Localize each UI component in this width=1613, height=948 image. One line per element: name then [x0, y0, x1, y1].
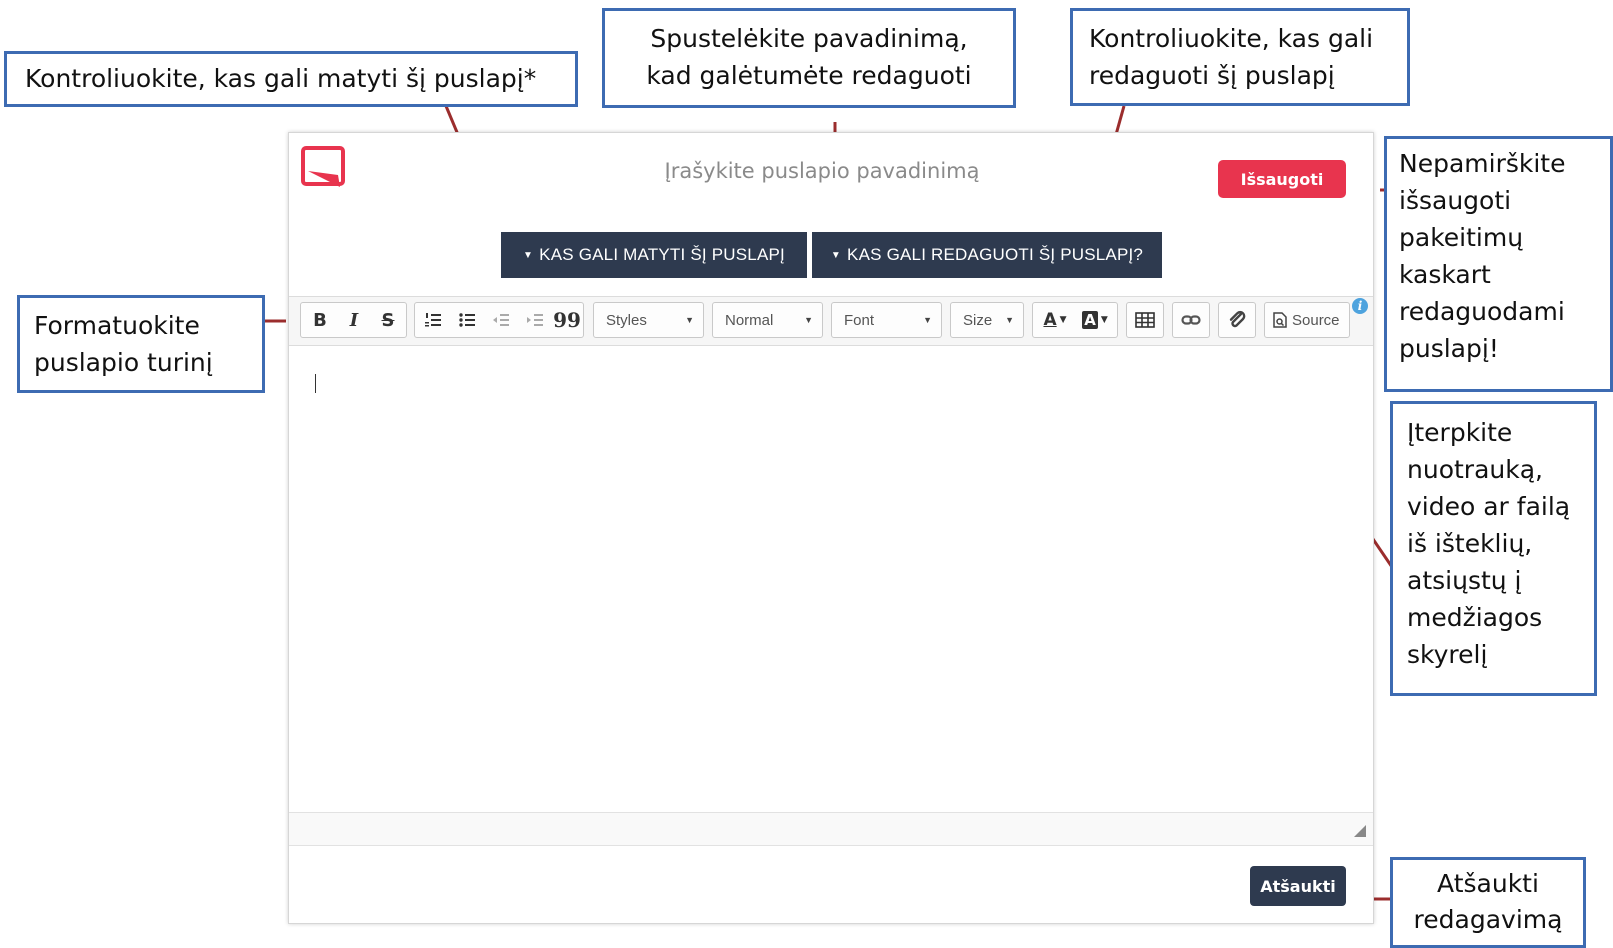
cancel-button[interactable]: Atšaukti — [1250, 866, 1346, 906]
save-button[interactable]: Išsaugoti — [1218, 160, 1346, 198]
background-color-icon[interactable]: A ▼ — [1076, 304, 1114, 336]
chevron-down-icon: ▼ — [1005, 315, 1014, 325]
font-dropdown-label: Font — [844, 311, 875, 329]
strikethrough-icon[interactable]: S — [373, 304, 403, 336]
source-icon — [1273, 312, 1287, 328]
outdent-icon[interactable] — [486, 304, 516, 336]
page-title-input[interactable] — [560, 150, 1084, 192]
view-permissions-label: KAS GALI MATYTI ŠĮ PUSLAPĮ — [539, 245, 785, 264]
callout-edit-permissions: Kontroliuokite, kas gali redaguoti šį pu… — [1070, 8, 1410, 106]
background-color-glyph: A — [1082, 311, 1098, 329]
size-dropdown-label: Size — [963, 311, 993, 329]
callout-view-permissions: Kontroliuokite, kas gali matyti šį pusla… — [4, 51, 578, 107]
bold-icon[interactable]: B — [305, 304, 335, 336]
table-icon[interactable] — [1129, 304, 1161, 336]
edit-permissions-label: KAS GALI REDAGUOTI ŠĮ PUSLAPĮ? — [847, 245, 1144, 264]
dropdown-caret-icon: ▼ — [523, 250, 534, 262]
numbered-list-icon[interactable] — [418, 304, 448, 336]
size-dropdown[interactable]: Size ▼ — [950, 302, 1024, 338]
callout-insert-media: Įterpkite nuotrauką, video ar failą iš i… — [1390, 401, 1597, 696]
format-dropdown[interactable]: Normal ▼ — [712, 302, 823, 338]
callout-format-content: Formatuokite puslapio turinį — [17, 295, 265, 393]
styles-dropdown[interactable]: Styles ▼ — [593, 302, 704, 338]
resize-handle-icon[interactable] — [1354, 825, 1366, 837]
edit-permissions-button[interactable]: ▼ KAS GALI REDAGUOTI ŠĮ PUSLAPĮ? — [812, 232, 1162, 278]
page-content-editor[interactable] — [289, 345, 1373, 810]
callout-title-edit: Spustelėkite pavadinimą, kad galėtumėte … — [602, 8, 1016, 108]
text-color-glyph: A — [1043, 310, 1057, 330]
chevron-down-icon: ▼ — [804, 315, 813, 325]
blockquote-icon[interactable]: 99 — [552, 304, 582, 336]
text-cursor — [315, 374, 316, 393]
editor-status-bar — [289, 812, 1373, 846]
chevron-down-icon: ▼ — [685, 315, 694, 325]
link-icon[interactable] — [1175, 304, 1207, 336]
source-button[interactable]: Source — [1264, 302, 1350, 338]
bulleted-list-icon[interactable] — [452, 304, 482, 336]
text-color-icon[interactable]: A ▼ — [1036, 304, 1074, 336]
attachment-icon[interactable] — [1221, 304, 1253, 336]
chevron-down-icon: ▼ — [1059, 315, 1067, 325]
callout-cancel-editing: Atšaukti redagavimą — [1390, 857, 1586, 948]
font-dropdown[interactable]: Font ▼ — [831, 302, 942, 338]
chevron-down-icon: ▼ — [1100, 315, 1108, 325]
chevron-down-icon: ▼ — [923, 315, 932, 325]
indent-icon[interactable] — [520, 304, 550, 336]
source-label: Source — [1292, 311, 1340, 329]
format-dropdown-label: Normal — [725, 311, 774, 329]
view-permissions-button[interactable]: ▼ KAS GALI MATYTI ŠĮ PUSLAPĮ — [501, 232, 807, 278]
dropdown-caret-icon: ▼ — [830, 250, 842, 262]
styles-dropdown-label: Styles — [606, 311, 647, 329]
italic-icon[interactable]: I — [339, 304, 369, 336]
app-logo-icon — [301, 146, 345, 187]
info-icon[interactable]: i — [1352, 298, 1368, 314]
callout-save-reminder: Nepamirškite išsaugoti pakeitimų kaskart… — [1384, 136, 1613, 392]
